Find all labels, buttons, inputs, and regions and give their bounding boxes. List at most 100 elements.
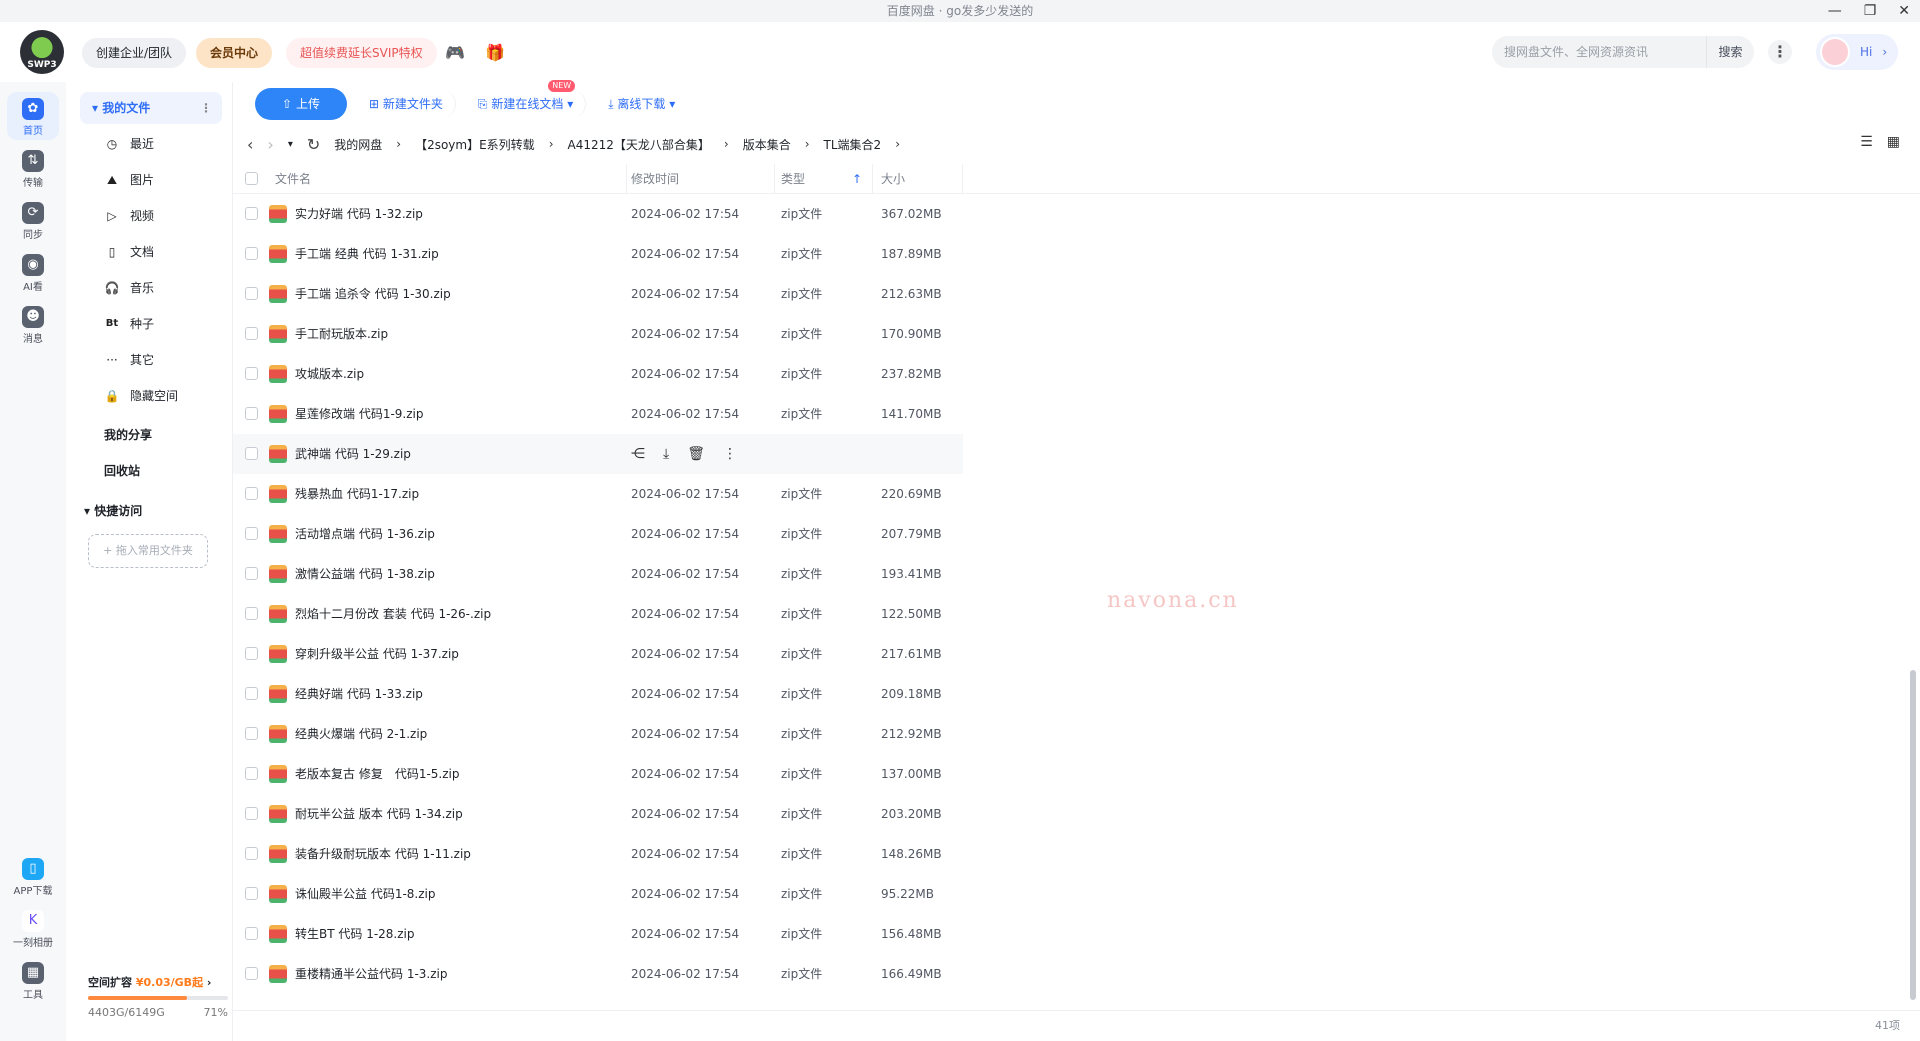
row-checkbox[interactable] bbox=[245, 567, 258, 580]
sidebar-item-recent[interactable]: ◷ 最近 bbox=[104, 132, 154, 156]
file-name[interactable]: 激情公益端 代码 1-38.zip bbox=[295, 554, 435, 594]
download-icon[interactable]: ⤓ bbox=[663, 446, 669, 462]
sidebar-item-docs[interactable]: ▯ 文档 bbox=[104, 240, 154, 264]
nav-ai[interactable]: ◉ AI看 bbox=[7, 248, 59, 296]
new-online-doc-button[interactable]: ⎘ 新建在线文档 ▾ NEW bbox=[466, 80, 587, 118]
gift-icon[interactable]: 🎁 bbox=[484, 42, 506, 64]
svip-promo-button[interactable]: 超值续费延长SVIP特权 bbox=[286, 38, 437, 68]
table-row[interactable]: 手工端 经典 代码 1-31.zip 2024-06-02 17:54 zip文件 1… bbox=[233, 234, 963, 274]
create-team-button[interactable]: 创建企业/团队 bbox=[82, 38, 187, 68]
scrollbar[interactable] bbox=[1910, 200, 1916, 1000]
back-icon[interactable]: ‹ bbox=[247, 135, 253, 154]
storage-quota[interactable]: 空间扩容 ¥0.03/GB起 › 4403G/6149G 71% bbox=[88, 974, 228, 1019]
table-row[interactable]: 活动增点端 代码 1-36.zip 2024-06-02 17:54 zip文件 20… bbox=[233, 514, 963, 554]
sidebar-item-music[interactable]: 🎧 音乐 bbox=[104, 276, 155, 300]
table-row[interactable]: 穿刺升级半公益 代码 1-37.zip 2024-06-02 17:54 zip文件… bbox=[233, 634, 963, 674]
row-checkbox[interactable] bbox=[245, 447, 258, 460]
recycle-bin-link[interactable]: 回收站 bbox=[104, 462, 140, 479]
table-row[interactable]: 手工端 追杀令 代码 1-30.zip 2024-06-02 17:54 zip文件… bbox=[233, 274, 963, 314]
table-row[interactable]: 转生BT 代码 1-28.zip 2024-06-02 17:54 zip文件 156… bbox=[233, 914, 963, 954]
nav-message[interactable]: ☻ 消息 bbox=[7, 300, 59, 348]
column-type[interactable]: 类型 ↑ bbox=[773, 164, 873, 194]
search-button[interactable]: 搜索 bbox=[1706, 36, 1754, 68]
file-name[interactable]: 经典好端 代码 1-33.zip bbox=[295, 674, 423, 714]
my-share-link[interactable]: 我的分享 bbox=[104, 426, 152, 443]
nav-sync[interactable]: ⟳ 同步 bbox=[7, 196, 59, 244]
row-checkbox[interactable] bbox=[245, 967, 258, 980]
row-checkbox[interactable] bbox=[245, 327, 258, 340]
row-checkbox[interactable] bbox=[245, 727, 258, 740]
table-row[interactable]: 残暴热血 代码1-17.zip 2024-06-02 17:54 zip文件 220.… bbox=[233, 474, 963, 514]
file-name[interactable]: 实力好端 代码 1-32.zip bbox=[295, 194, 423, 234]
nav-transfer[interactable]: ⇅ 传输 bbox=[7, 144, 59, 192]
file-name[interactable]: 星莲修改端 代码1-9.zip bbox=[295, 394, 423, 434]
column-name[interactable]: 文件名 bbox=[267, 164, 627, 194]
more-icon[interactable]: ⋮ bbox=[200, 92, 212, 124]
delete-icon[interactable]: 🗑 bbox=[687, 446, 705, 462]
table-row[interactable]: 武神端 代码 1-29.zip ⋲ ⤓ 🗑 ⋮ bbox=[233, 434, 963, 474]
add-favorite-folder[interactable]: + 拖入常用文件夹 bbox=[88, 534, 208, 568]
more-actions-icon[interactable]: ⋮ bbox=[723, 446, 737, 462]
row-checkbox[interactable] bbox=[245, 527, 258, 540]
file-name[interactable]: 活动增点端 代码 1-36.zip bbox=[295, 514, 435, 554]
row-checkbox[interactable] bbox=[245, 687, 258, 700]
file-name[interactable]: 手工耐玩版本.zip bbox=[295, 314, 388, 354]
nav-app-download[interactable]: ▯ APP下载 bbox=[7, 852, 59, 900]
game-icon[interactable]: 🎮 bbox=[444, 42, 466, 64]
table-row[interactable]: 经典好端 代码 1-33.zip 2024-06-02 17:54 zip文件 209… bbox=[233, 674, 963, 714]
sidebar-item-images[interactable]: ⛰ 图片 bbox=[104, 168, 154, 192]
file-name[interactable]: 手工端 追杀令 代码 1-30.zip bbox=[295, 274, 451, 314]
row-checkbox[interactable] bbox=[245, 207, 258, 220]
file-name[interactable]: 武神端 代码 1-29.zip bbox=[295, 434, 411, 474]
user-profile-button[interactable]: Hi › bbox=[1816, 34, 1898, 70]
app-logo[interactable]: SWP3 bbox=[20, 30, 64, 74]
file-name[interactable]: 残暴热血 代码1-17.zip bbox=[295, 474, 419, 514]
file-name[interactable]: 转生BT 代码 1-28.zip bbox=[295, 914, 415, 954]
row-checkbox[interactable] bbox=[245, 367, 258, 380]
upload-button[interactable]: ⇧ 上传 bbox=[255, 88, 347, 120]
file-name[interactable]: 重楼精通半公益代码 1-3.zip bbox=[295, 954, 447, 994]
sidebar-item-video[interactable]: ▷ 视频 bbox=[104, 204, 154, 228]
row-checkbox[interactable] bbox=[245, 887, 258, 900]
table-row[interactable]: 攻城版本.zip 2024-06-02 17:54 zip文件 237.82MB bbox=[233, 354, 963, 394]
file-name[interactable]: 老版本复古 修复 代码1-5.zip bbox=[295, 754, 459, 794]
table-row[interactable]: 烈焰十二月份改 套装 代码 1-26-.zip 2024-06-02 17:54 z… bbox=[233, 594, 963, 634]
select-all-checkbox[interactable] bbox=[245, 172, 258, 185]
file-name[interactable]: 手工端 经典 代码 1-31.zip bbox=[295, 234, 439, 274]
nav-home[interactable]: ✿ 首页 bbox=[7, 92, 59, 140]
file-name[interactable]: 攻城版本.zip bbox=[295, 354, 364, 394]
row-checkbox[interactable] bbox=[245, 767, 258, 780]
history-dropdown-icon[interactable]: ▾ bbox=[288, 139, 293, 150]
breadcrumb-item[interactable]: TL端集合2 bbox=[824, 136, 882, 153]
quick-access-header[interactable]: ▾ 快捷访问 bbox=[84, 502, 142, 519]
refresh-icon[interactable]: ↻ bbox=[307, 135, 320, 154]
row-checkbox[interactable] bbox=[245, 607, 258, 620]
row-checkbox[interactable] bbox=[245, 487, 258, 500]
file-name[interactable]: 诛仙殿半公益 代码1-8.zip bbox=[295, 874, 435, 914]
row-checkbox[interactable] bbox=[245, 247, 258, 260]
maximize-icon[interactable]: ❐ bbox=[1864, 0, 1877, 22]
my-files-header[interactable]: ▾ 我的文件 ⋮ bbox=[80, 92, 222, 124]
file-name[interactable]: 经典火爆端 代码 2-1.zip bbox=[295, 714, 427, 754]
table-row[interactable]: 星莲修改端 代码1-9.zip 2024-06-02 17:54 zip文件 141.… bbox=[233, 394, 963, 434]
file-name[interactable]: 装备升级耐玩版本 代码 1-11.zip bbox=[295, 834, 471, 874]
table-row[interactable]: 实力好端 代码 1-32.zip 2024-06-02 17:54 zip文件 367… bbox=[233, 194, 963, 234]
sidebar-item-other[interactable]: ··· 其它 bbox=[104, 348, 154, 372]
table-row[interactable]: 重楼精通半公益代码 1-3.zip 2024-06-02 17:54 zip文件 16… bbox=[233, 954, 963, 994]
row-checkbox[interactable] bbox=[245, 287, 258, 300]
new-folder-button[interactable]: ⊞ 新建文件夹 bbox=[357, 90, 456, 118]
table-row[interactable]: 经典火爆端 代码 2-1.zip 2024-06-02 17:54 zip文件 212… bbox=[233, 714, 963, 754]
row-checkbox[interactable] bbox=[245, 807, 258, 820]
sidebar-item-torrent[interactable]: Bt 种子 bbox=[104, 312, 154, 336]
grid-view-icon[interactable]: ▦ bbox=[1887, 134, 1900, 150]
table-row[interactable]: 装备升级耐玩版本 代码 1-11.zip 2024-06-02 17:54 zip文… bbox=[233, 834, 963, 874]
file-name[interactable]: 耐玩半公益 版本 代码 1-34.zip bbox=[295, 794, 463, 834]
nav-tools[interactable]: ▦ 工具 bbox=[7, 956, 59, 1004]
row-checkbox[interactable] bbox=[245, 647, 258, 660]
scrollbar-thumb[interactable] bbox=[1910, 670, 1916, 1000]
minimize-icon[interactable]: — bbox=[1828, 0, 1842, 22]
row-checkbox[interactable] bbox=[245, 407, 258, 420]
breadcrumb-item[interactable]: A41212【天龙八部合集】 bbox=[568, 136, 710, 153]
search-input[interactable]: 搜网盘文件、全网资源资讯 搜索 bbox=[1492, 36, 1754, 68]
nav-album[interactable]: K 一刻相册 bbox=[7, 904, 59, 952]
